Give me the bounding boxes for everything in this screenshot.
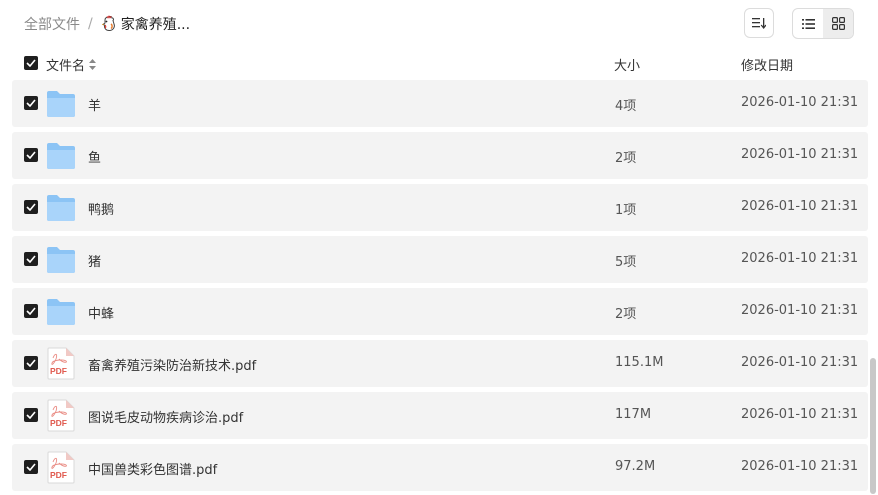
row-checkbox[interactable]: [24, 408, 38, 422]
folder-icon: [46, 245, 76, 274]
sort-button[interactable]: [744, 8, 774, 38]
grid-view-button[interactable]: [823, 9, 853, 38]
file-size: 4项: [615, 99, 637, 114]
scrollbar[interactable]: [870, 358, 876, 494]
file-size: 5项: [615, 255, 637, 270]
file-size: 2项: [615, 307, 637, 322]
folder-icon: [46, 89, 76, 118]
breadcrumb-root[interactable]: 全部文件: [24, 14, 80, 34]
check-icon: [26, 203, 36, 211]
file-list: 羊 4项 2026-01-10 21:31 鱼 2项 2026-01-10 21…: [12, 80, 868, 495]
sort-icon: [752, 18, 766, 29]
pdf-file-icon: PDF: [46, 451, 76, 484]
file-row[interactable]: 猪 5项 2026-01-10 21:31: [12, 236, 868, 283]
file-name[interactable]: 中蜂: [88, 303, 114, 322]
check-icon: [26, 307, 36, 315]
list-view-button[interactable]: [793, 9, 823, 38]
check-icon: [26, 151, 36, 159]
top-bar: 全部文件 / 家禽养殖...: [0, 0, 878, 48]
file-row[interactable]: PDF 图说毛皮动物疾病诊治.pdf 117M 2026-01-10 21:31: [12, 392, 868, 439]
check-icon: [26, 463, 36, 471]
folder-icon: [46, 297, 76, 326]
file-modified-date: 2026-01-10 21:31: [741, 355, 859, 370]
pdf-file-icon: PDF: [46, 347, 76, 380]
file-name[interactable]: 猪: [88, 251, 101, 270]
file-row[interactable]: 羊 4项 2026-01-10 21:31: [12, 80, 868, 127]
breadcrumb-separator: /: [88, 16, 93, 32]
file-row[interactable]: 鸭鹅 1项 2026-01-10 21:31: [12, 184, 868, 231]
folder-icon: [46, 141, 76, 170]
file-modified-date: 2026-01-10 21:31: [741, 147, 859, 162]
file-name[interactable]: 鸭鹅: [88, 199, 114, 218]
check-icon: [26, 411, 36, 419]
breadcrumb-current: 家禽养殖...: [101, 14, 190, 34]
file-browser: 全部文件 / 家禽养殖... 文件名 大小 修改日期 羊 4项 2026-01-…: [0, 0, 878, 495]
file-modified-date: 2026-01-10 21:31: [741, 303, 859, 318]
folder-icon: [46, 193, 76, 222]
table-header: 文件名 大小 修改日期: [0, 50, 878, 78]
file-name[interactable]: 中国兽类彩色图谱.pdf: [88, 459, 217, 478]
row-checkbox[interactable]: [24, 252, 38, 266]
breadcrumb-current-label: 家禽养殖...: [120, 17, 191, 33]
row-checkbox[interactable]: [24, 356, 38, 370]
breadcrumb: 全部文件 / 家禽养殖...: [24, 14, 190, 34]
file-size: 117M: [615, 407, 652, 422]
file-modified-date: 2026-01-10 21:31: [741, 459, 859, 474]
grid-view-icon: [831, 17, 845, 30]
row-checkbox[interactable]: [24, 148, 38, 162]
sort-arrows-icon: [89, 59, 97, 70]
rooster-icon: [101, 15, 115, 32]
row-checkbox[interactable]: [24, 96, 38, 110]
file-modified-date: 2026-01-10 21:31: [741, 95, 859, 110]
name-column-header[interactable]: 文件名: [46, 55, 97, 74]
svg-text:PDF: PDF: [50, 418, 67, 428]
file-name[interactable]: 图说毛皮动物疾病诊治.pdf: [88, 407, 243, 426]
pdf-file-icon: PDF: [46, 399, 76, 432]
file-row[interactable]: PDF 畜禽养殖污染防治新技术.pdf 115.1M 2026-01-10 21…: [12, 340, 868, 387]
svg-text:PDF: PDF: [50, 470, 67, 480]
check-icon: [26, 255, 36, 263]
file-modified-date: 2026-01-10 21:31: [741, 251, 859, 266]
view-toggle: [792, 8, 854, 39]
file-modified-date: 2026-01-10 21:31: [741, 199, 859, 214]
file-name[interactable]: 鱼: [88, 147, 101, 166]
date-column-header[interactable]: 修改日期: [741, 55, 793, 74]
file-size: 2项: [615, 151, 637, 166]
row-checkbox[interactable]: [24, 304, 38, 318]
file-row[interactable]: 鱼 2项 2026-01-10 21:31: [12, 132, 868, 179]
file-size: 1项: [615, 203, 637, 218]
file-size: 115.1M: [615, 355, 664, 370]
size-column-header[interactable]: 大小: [614, 55, 640, 74]
file-modified-date: 2026-01-10 21:31: [741, 407, 859, 422]
file-name[interactable]: 羊: [88, 95, 101, 114]
list-view-icon: [801, 18, 815, 29]
file-row[interactable]: PDF 中国兽类彩色图谱.pdf 97.2M 2026-01-10 21:31: [12, 444, 868, 491]
svg-text:PDF: PDF: [50, 366, 67, 376]
select-all-checkbox[interactable]: [24, 56, 38, 70]
check-icon: [26, 359, 36, 367]
name-column-label: 文件名: [46, 59, 86, 74]
row-checkbox[interactable]: [24, 200, 38, 214]
file-row[interactable]: 中蜂 2项 2026-01-10 21:31: [12, 288, 868, 335]
check-icon: [26, 59, 36, 67]
file-name[interactable]: 畜禽养殖污染防治新技术.pdf: [88, 355, 256, 374]
check-icon: [26, 99, 36, 107]
row-checkbox[interactable]: [24, 460, 38, 474]
file-size: 97.2M: [615, 459, 656, 474]
